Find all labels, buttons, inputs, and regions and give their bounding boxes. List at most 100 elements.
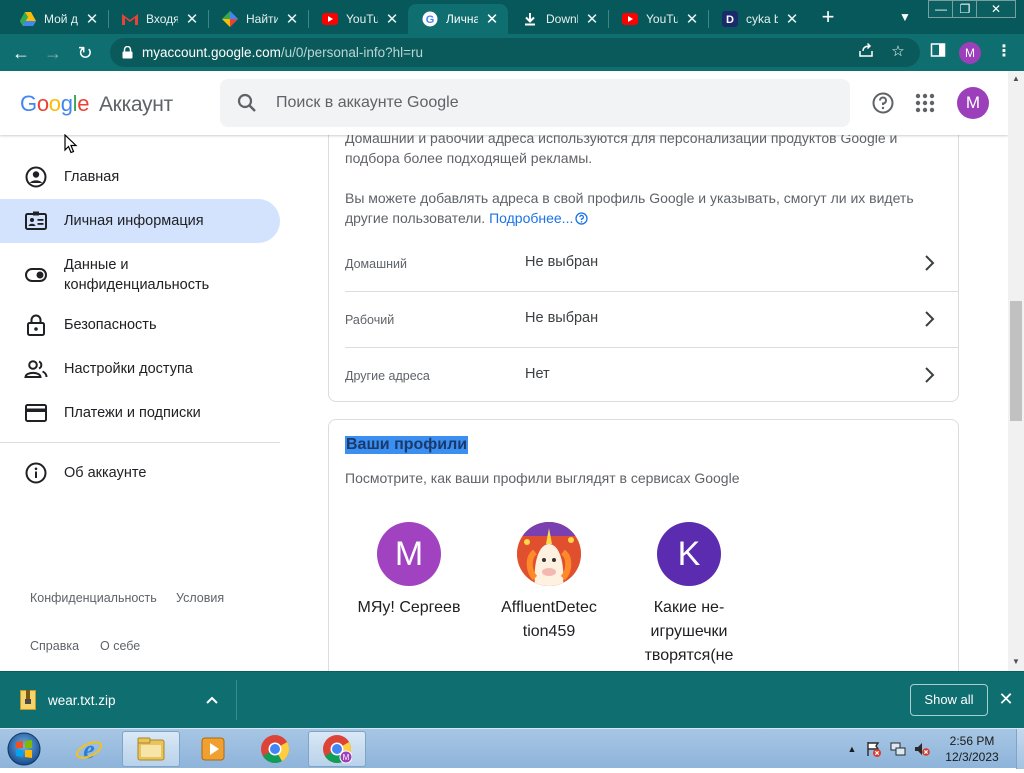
scroll-down-icon[interactable]: ▼ bbox=[1008, 656, 1024, 668]
close-icon[interactable]: ✕ bbox=[384, 10, 400, 28]
logo-letter: g bbox=[60, 91, 73, 116]
volume-muted-icon[interactable] bbox=[914, 741, 930, 757]
new-tab-button[interactable]: + bbox=[816, 6, 840, 30]
tab-youtube[interactable]: YouTul ✕ bbox=[308, 4, 408, 34]
google-account-logo[interactable]: Google Аккаунт bbox=[20, 91, 173, 117]
sidebar-item-label: Главная bbox=[64, 169, 120, 185]
side-panel-icon[interactable] bbox=[928, 42, 948, 62]
privacy-link[interactable]: Конфиденциальность bbox=[30, 591, 157, 605]
download-item[interactable]: wear.txt.zip bbox=[0, 672, 236, 728]
clock-time: 2:56 PM bbox=[949, 734, 995, 748]
more-vertical-icon[interactable]: ⋮ bbox=[996, 42, 1012, 64]
network-icon[interactable] bbox=[890, 741, 906, 757]
bookmark-star-icon[interactable]: ☆ bbox=[888, 42, 908, 62]
help-circle-icon[interactable] bbox=[575, 210, 589, 230]
scroll-up-icon[interactable]: ▲ bbox=[1008, 73, 1024, 85]
action-center-icon[interactable] bbox=[866, 741, 882, 757]
sidebar-item-data-privacy[interactable]: Данные и конфиденциальность bbox=[0, 243, 280, 307]
tab-youtube-2[interactable]: YouTul ✕ bbox=[608, 4, 708, 34]
svg-text:e: e bbox=[83, 735, 95, 764]
close-icon[interactable]: ✕ bbox=[684, 10, 700, 28]
help-link[interactable]: Справка bbox=[30, 639, 79, 653]
youtube-icon bbox=[622, 11, 638, 27]
media-player-icon[interactable] bbox=[184, 731, 242, 767]
help-icon[interactable] bbox=[871, 91, 895, 115]
show-desktop-button[interactable] bbox=[1016, 729, 1024, 769]
internet-explorer-icon[interactable]: e bbox=[60, 731, 118, 767]
close-window-icon[interactable]: ✕ bbox=[976, 0, 1016, 18]
addresses-info-text: Вы можете добавлять адреса в свой профил… bbox=[345, 190, 914, 226]
google-icon: G bbox=[422, 11, 438, 27]
profile-item[interactable]: K Какие не- игрушечки творятся(не bbox=[629, 522, 749, 668]
account-avatar[interactable]: M bbox=[957, 87, 989, 119]
close-icon[interactable]: ✕ bbox=[784, 10, 800, 28]
close-icon[interactable]: ✕ bbox=[484, 10, 500, 28]
chrome-icon[interactable] bbox=[246, 731, 304, 767]
reload-icon[interactable]: ↻ bbox=[72, 40, 98, 66]
forward-arrow-icon[interactable]: → bbox=[40, 40, 66, 66]
browser-profile-avatar[interactable]: M bbox=[959, 42, 981, 64]
start-button[interactable] bbox=[4, 730, 44, 768]
about-link[interactable]: О себе bbox=[100, 639, 140, 653]
browser-tab-strip: Мой д ✕ Входя ✕ Найти ✕ YouTul ✕ G Лична… bbox=[0, 0, 1024, 34]
sidebar-item-security[interactable]: Безопасность bbox=[0, 303, 280, 347]
tab-site[interactable]: D cyka b ✕ bbox=[708, 4, 808, 34]
id-card-icon bbox=[24, 209, 48, 233]
close-icon[interactable]: ✕ bbox=[584, 10, 600, 28]
download-separator bbox=[236, 680, 237, 720]
file-explorer-icon[interactable] bbox=[122, 731, 180, 767]
show-all-button[interactable]: Show all bbox=[910, 684, 988, 716]
tab-title: Лична bbox=[446, 12, 478, 26]
minimize-window-icon[interactable]: — bbox=[928, 0, 954, 18]
scrollbar-thumb[interactable] bbox=[1010, 301, 1022, 421]
profile-item[interactable]: M MЯу! Сергеев bbox=[349, 522, 469, 620]
tab-download[interactable]: Downl ✕ bbox=[508, 4, 608, 34]
page-scrollbar[interactable]: ▲ ▼ bbox=[1008, 71, 1024, 671]
learn-more-link[interactable]: Подробнее... bbox=[489, 210, 573, 226]
address-row-home[interactable]: Домашний Не выбран bbox=[345, 235, 959, 291]
sidebar-item-about-account[interactable]: Об аккаунте bbox=[0, 451, 280, 495]
download-bar: wear.txt.zip Show all ✕ bbox=[0, 671, 1024, 728]
address-row-label: Рабочий bbox=[345, 313, 395, 327]
windows-taskbar: e M ▲ 2:56 PM 12/3/2023 bbox=[0, 728, 1024, 769]
terms-link[interactable]: Условия bbox=[176, 591, 224, 605]
tab-title: Входя bbox=[146, 12, 178, 26]
tab-my-drive[interactable]: Мой д ✕ bbox=[6, 4, 108, 34]
address-row-label: Другие адреса bbox=[345, 369, 430, 383]
chevron-right-icon bbox=[919, 309, 939, 329]
share-icon[interactable] bbox=[856, 42, 876, 62]
sidebar-item-home[interactable]: Главная bbox=[0, 155, 280, 199]
system-clock[interactable]: 2:56 PM 12/3/2023 bbox=[930, 733, 1014, 765]
restore-window-icon[interactable]: ❐ bbox=[952, 0, 978, 18]
address-row-other[interactable]: Другие адреса Нет bbox=[345, 347, 959, 403]
sidebar-item-personal-info[interactable]: Личная информация bbox=[0, 199, 280, 243]
close-icon[interactable]: ✕ bbox=[184, 10, 200, 28]
address-bar[interactable]: myaccount.google.com/u/0/personal-info?h… bbox=[110, 38, 920, 67]
svg-text:G: G bbox=[426, 14, 435, 26]
back-arrow-icon[interactable]: ← bbox=[8, 40, 34, 66]
profile-item[interactable]: AffluentDetec tion459 bbox=[489, 522, 609, 644]
close-icon[interactable]: ✕ bbox=[284, 10, 300, 28]
sidebar-item-sharing[interactable]: Настройки доступа bbox=[0, 347, 280, 391]
address-row-work[interactable]: Рабочий Не выбран bbox=[345, 291, 959, 347]
chevron-right-icon bbox=[919, 253, 939, 273]
close-icon[interactable]: ✕ bbox=[996, 688, 1016, 710]
sidebar-item-payments[interactable]: Платежи и подписки bbox=[0, 391, 280, 435]
tab-search-chevron-icon[interactable]: ▼ bbox=[896, 6, 914, 28]
toggle-icon bbox=[24, 263, 48, 287]
close-icon[interactable]: ✕ bbox=[84, 10, 100, 28]
account-search-input[interactable]: Поиск в аккаунте Google bbox=[220, 79, 850, 127]
google-drive-icon bbox=[20, 11, 36, 27]
tab-title: cyka b bbox=[746, 12, 778, 26]
tab-find[interactable]: Найти ✕ bbox=[208, 4, 308, 34]
tab-inbox[interactable]: Входя ✕ bbox=[108, 4, 208, 34]
site-icon: D bbox=[722, 11, 738, 27]
sidebar-item-label: Безопасность bbox=[64, 317, 157, 333]
show-hidden-icons-icon[interactable]: ▲ bbox=[844, 741, 860, 757]
logo-letter: e bbox=[77, 91, 90, 116]
apps-grid-icon[interactable] bbox=[913, 91, 937, 115]
chrome-profile-icon[interactable]: M bbox=[308, 731, 366, 767]
logo-letter: o bbox=[48, 91, 61, 116]
chevron-up-icon[interactable] bbox=[204, 693, 220, 707]
tab-personal-info[interactable]: G Лична ✕ bbox=[408, 4, 508, 34]
